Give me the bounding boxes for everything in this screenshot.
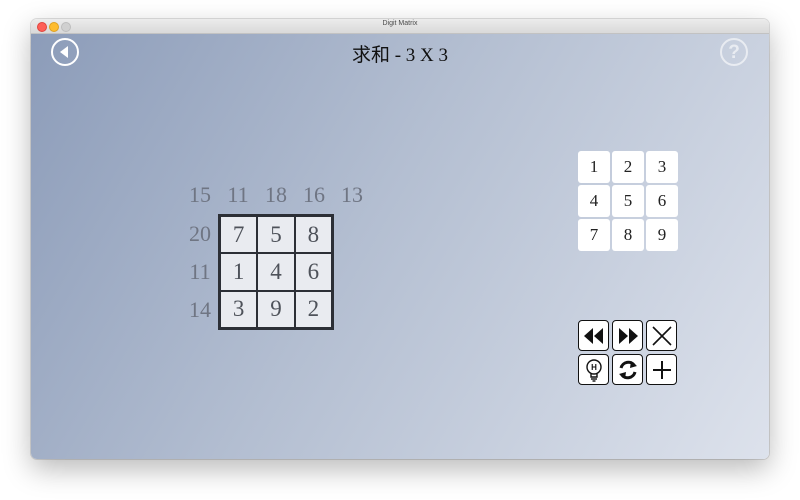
- grid-cell[interactable]: 6: [294, 253, 332, 291]
- app-window: Digit Matrix 求和 - 3 X 3 ? 15 11 18 16 13…: [31, 19, 769, 459]
- grid-cell[interactable]: 7: [220, 216, 258, 254]
- column-sum: 11: [227, 182, 249, 207]
- rewind-button[interactable]: [578, 320, 609, 351]
- column-sum: 15: [189, 182, 211, 207]
- clear-button[interactable]: [646, 320, 677, 351]
- rewind-icon: [583, 327, 603, 344]
- numpad-key[interactable]: 9: [646, 219, 678, 251]
- page-title: 求和 - 3 X 3: [351, 45, 449, 66]
- row-sum: 11: [189, 259, 211, 284]
- help-icon: ?: [728, 41, 740, 63]
- close-icon: [651, 325, 672, 346]
- numpad-key[interactable]: 1: [578, 151, 610, 183]
- refresh-icon: [618, 360, 637, 379]
- column-sum: 18: [265, 182, 287, 207]
- numpad-key[interactable]: 8: [612, 219, 644, 251]
- hint-button[interactable]: H: [578, 354, 609, 385]
- plus-icon: [652, 360, 671, 379]
- row-sum: 14: [189, 297, 211, 322]
- title-bar: Digit Matrix: [31, 19, 769, 34]
- hint-bulb-icon: H: [585, 358, 602, 382]
- puzzle-grid: 7 5 8 1 4 6 3 9 2: [218, 214, 334, 330]
- grid-cell[interactable]: 4: [257, 253, 295, 291]
- window-title: Digit Matrix: [382, 20, 418, 27]
- grid-cell[interactable]: 8: [294, 216, 332, 254]
- number-pad: 1 2 3 4 5 6 7 8 9: [578, 151, 678, 251]
- fast-forward-icon: [618, 327, 638, 344]
- grid-cell[interactable]: 1: [220, 253, 258, 291]
- row-sum: 20: [189, 221, 211, 246]
- add-button[interactable]: [646, 354, 677, 385]
- numpad-key[interactable]: 4: [578, 185, 610, 217]
- grid-cell[interactable]: 5: [257, 216, 295, 254]
- control-panel: H: [578, 320, 678, 386]
- help-button[interactable]: ?: [720, 38, 748, 66]
- game-area: 求和 - 3 X 3 ? 15 11 18 16 13 20 11 14 7 5…: [31, 34, 769, 459]
- grid-cell[interactable]: 9: [257, 290, 295, 328]
- hint-letter: H: [591, 363, 597, 372]
- numpad-key[interactable]: 2: [612, 151, 644, 183]
- fast-forward-button[interactable]: [612, 320, 643, 351]
- numpad-key[interactable]: 3: [646, 151, 678, 183]
- refresh-button[interactable]: [612, 354, 643, 385]
- grid-cell[interactable]: 2: [294, 290, 332, 328]
- column-sum: 13: [341, 182, 363, 207]
- column-sum: 16: [303, 182, 325, 207]
- grid-cell[interactable]: 3: [220, 290, 258, 328]
- numpad-key[interactable]: 7: [578, 219, 610, 251]
- numpad-key[interactable]: 6: [646, 185, 678, 217]
- numpad-key[interactable]: 5: [612, 185, 644, 217]
